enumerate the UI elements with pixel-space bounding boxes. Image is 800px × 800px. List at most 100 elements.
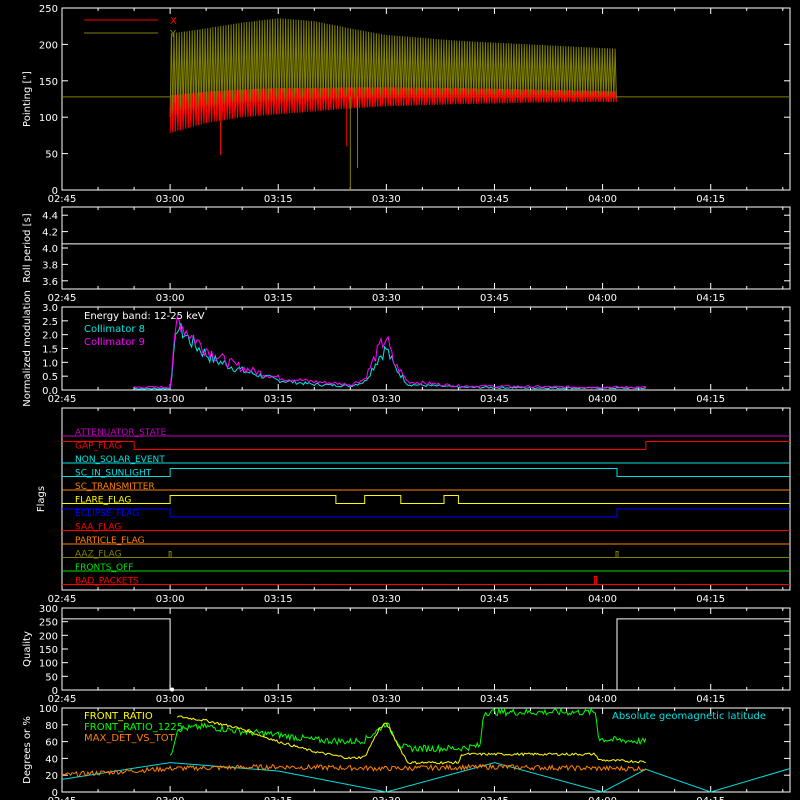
x-tick-label: 03:45 bbox=[480, 293, 509, 304]
x-tick-label: 03:00 bbox=[156, 293, 185, 304]
y-tick-label: 1.0 bbox=[42, 358, 58, 369]
x-tick-label: 04:15 bbox=[696, 594, 725, 605]
y-tick-label: 0.0 bbox=[42, 386, 58, 397]
x-tick-label: 03:00 bbox=[156, 394, 185, 405]
panel-frame-5 bbox=[61, 607, 791, 691]
x-tick-label: 03:15 bbox=[264, 394, 293, 405]
front-ratio-1225-line bbox=[169, 706, 647, 756]
y-tick-label: 100 bbox=[39, 659, 58, 670]
y-tick-label: 2.5 bbox=[42, 317, 58, 328]
y-tick-label: 40 bbox=[45, 754, 58, 765]
y-tick-label: 200 bbox=[39, 631, 58, 642]
y-tick-label: 4.2 bbox=[42, 228, 58, 239]
y-tick-label: 200 bbox=[39, 40, 58, 51]
flag-spike bbox=[168, 551, 172, 558]
x-tick-label: 03:15 bbox=[264, 594, 293, 605]
x-tick-label: 03:15 bbox=[264, 796, 293, 800]
x-tick-label: 03:00 bbox=[156, 194, 185, 205]
x-tick-label: 04:00 bbox=[588, 594, 617, 605]
telemetry-plot-stack: 02:45 03:00 03:15 03:30 03:45 04:00 04:1505010… bbox=[22, 4, 791, 800]
x-tick-label: 03:30 bbox=[372, 293, 401, 304]
flag-label: GAP_FLAG bbox=[75, 442, 121, 452]
legend-label-max-det: MAX_DET_VS_TOT bbox=[84, 733, 176, 744]
front-ratio-line bbox=[176, 715, 646, 765]
x-tick-label: 03:45 bbox=[480, 194, 509, 205]
flag-spike bbox=[593, 576, 597, 585]
y-tick-label: 4.4 bbox=[42, 211, 58, 222]
x-tick-label: 03:15 bbox=[264, 293, 293, 304]
x-tick-label: 04:00 bbox=[588, 194, 617, 205]
y-tick-label: 250 bbox=[39, 618, 58, 629]
x-tick-label: 03:15 bbox=[264, 694, 293, 705]
y-tick-label: 0 bbox=[52, 186, 58, 197]
x-tick-label: 03:00 bbox=[156, 694, 185, 705]
y-tick-label: 250 bbox=[39, 4, 58, 15]
legend-label-y: Y bbox=[169, 29, 177, 40]
x-tick-label: 03:30 bbox=[372, 796, 401, 800]
x-tick-label: 04:00 bbox=[588, 394, 617, 405]
y-tick-label: 80 bbox=[45, 721, 58, 732]
x-tick-label: 03:45 bbox=[480, 594, 509, 605]
x-tick-label: 03:30 bbox=[372, 694, 401, 705]
y-tick-label: 300 bbox=[39, 604, 58, 615]
x-tick-label: 03:30 bbox=[372, 394, 401, 405]
legend-label-front-ratio: FRONT_RATIO bbox=[84, 711, 153, 722]
x-tick-label: 04:00 bbox=[588, 796, 617, 800]
x-tick-label: 03:00 bbox=[156, 594, 185, 605]
y-tick-label: 20 bbox=[45, 771, 58, 782]
x-tick-label: 03:30 bbox=[372, 594, 401, 605]
y-tick-label: 0 bbox=[52, 686, 58, 697]
flag-label: ECLIPSE_FLAG bbox=[75, 509, 139, 519]
legend-label-x: X bbox=[170, 16, 177, 27]
energy-band-annotation: Energy band: 12-25 keV bbox=[84, 311, 205, 322]
flag-trace bbox=[62, 508, 790, 518]
y-axis-label: Normalized modulation bbox=[22, 290, 33, 407]
legend-label-collimator9: Collimator 9 bbox=[84, 337, 145, 348]
panel-frame-2 bbox=[61, 206, 791, 290]
flag-trace bbox=[62, 468, 790, 477]
y-tick-label: 50 bbox=[45, 150, 58, 161]
x-tick-label: 04:15 bbox=[696, 394, 725, 405]
y-tick-label: 3.0 bbox=[42, 303, 58, 314]
flag-trace bbox=[62, 495, 790, 504]
y-tick-label: 100 bbox=[39, 113, 58, 124]
y-tick-label: 60 bbox=[45, 738, 58, 749]
x-tick-label: 04:00 bbox=[588, 694, 617, 705]
quality-line bbox=[62, 618, 790, 691]
y-tick-label: 1.5 bbox=[42, 345, 58, 356]
y-tick-label: 2.0 bbox=[42, 331, 58, 342]
y-tick-label: 0.5 bbox=[42, 372, 58, 383]
max-det-line bbox=[61, 763, 647, 778]
y-tick-label: 3.8 bbox=[42, 260, 58, 271]
legend-label-front-ratio-1225: FRONT_RATIO_1225 bbox=[84, 722, 183, 733]
y-axis-label: Quality bbox=[22, 631, 33, 667]
y-tick-label: 0 bbox=[52, 788, 58, 799]
y-tick-label: 50 bbox=[45, 672, 58, 683]
y-axis-label: Flags bbox=[36, 486, 47, 512]
x-tick-label: 04:15 bbox=[696, 796, 725, 800]
x-tick-label: 03:30 bbox=[372, 194, 401, 205]
x-tick-label: 03:00 bbox=[156, 796, 185, 800]
x-tick-label: 03:45 bbox=[480, 796, 509, 800]
x-tick-label: 04:15 bbox=[696, 194, 725, 205]
x-tick-label: 03:45 bbox=[480, 694, 509, 705]
flag-spike bbox=[615, 551, 619, 558]
y-axis-label: Degrees or % bbox=[22, 716, 33, 784]
y-tick-label: 150 bbox=[39, 645, 58, 656]
x-tick-label: 04:00 bbox=[588, 293, 617, 304]
flag-trace bbox=[62, 441, 790, 450]
y-tick-label: 3.6 bbox=[42, 277, 58, 288]
quality-dot bbox=[170, 687, 175, 692]
modulation-series-line bbox=[133, 314, 646, 389]
x-tick-label: 04:15 bbox=[696, 293, 725, 304]
x-tick-label: 03:15 bbox=[264, 194, 293, 205]
y-tick-label: 100 bbox=[39, 704, 58, 715]
x-tick-label: 04:15 bbox=[696, 694, 725, 705]
geomag-annotation: Absolute geomagnetic latitude bbox=[612, 711, 766, 722]
y-axis-label: Roll period [s] bbox=[22, 213, 33, 282]
legend-label-collimator8: Collimator 8 bbox=[84, 324, 145, 335]
y-tick-label: 150 bbox=[39, 77, 58, 88]
y-axis-label: Pointing ["] bbox=[22, 71, 33, 127]
y-tick-label: 4.0 bbox=[42, 244, 58, 255]
geomag-latitude-line bbox=[61, 762, 791, 793]
